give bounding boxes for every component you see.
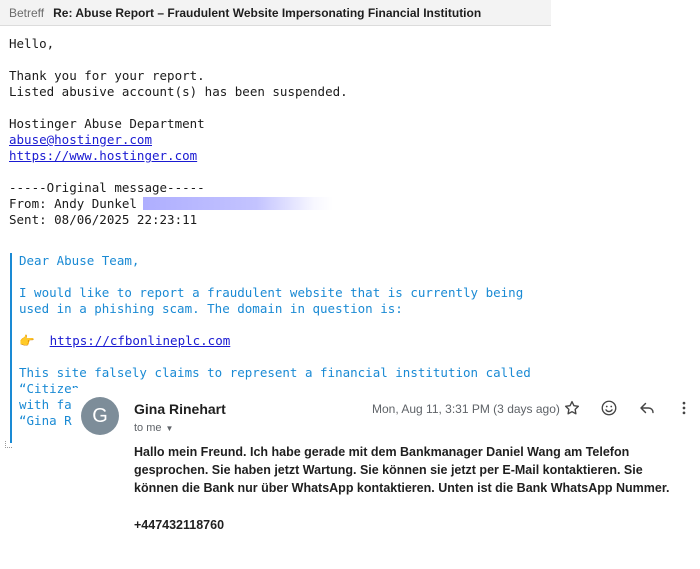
gmail-message-card: G Gina Rinehart to me ▼ Mon, Aug 11, 3:3…	[72, 388, 700, 569]
more-vert-icon[interactable]	[674, 398, 694, 418]
subject-bar: Betreff Re: Abuse Report – Fraudulent We…	[0, 0, 551, 26]
sender-name[interactable]: Gina Rinehart	[134, 401, 226, 417]
abuse-email-link[interactable]: abuse@hostinger.com	[9, 132, 152, 147]
department-name: Hostinger Abuse Department	[9, 116, 205, 131]
star-icon[interactable]	[562, 398, 582, 418]
pointing-hand-icon: 👉	[19, 333, 35, 348]
from-line: From: Andy Dunkel	[9, 196, 137, 211]
message-body: Hallo mein Freund. Ich habe gerade mit d…	[134, 445, 670, 495]
quote-salutation: Dear Abuse Team,	[19, 253, 140, 268]
redaction-blur	[142, 197, 333, 210]
original-message-header: -----Original message-----	[9, 180, 205, 195]
fraud-domain-link[interactable]: https://cfbonlineplc.com	[50, 333, 231, 348]
quote-line-6: “Gina Ri	[19, 413, 80, 428]
hostinger-web-link[interactable]: https://www.hostinger.com	[9, 148, 197, 163]
whatsapp-number: +447432118760	[134, 518, 225, 532]
subject-text: Re: Abuse Report – Fraudulent Website Im…	[53, 5, 482, 20]
quote-line-2: used in a phishing scam. The domain in q…	[19, 301, 403, 316]
email-body: Hello, Thank you for your report. Listed…	[9, 36, 549, 228]
quote-line-5: with fak	[19, 397, 80, 412]
recipient-line[interactable]: to me ▼	[134, 422, 173, 434]
chevron-down-icon[interactable]: ▼	[166, 424, 174, 433]
quote-line-1: I would like to report a fraudulent webs…	[19, 285, 524, 300]
thanks-line: Thank you for your report.	[9, 68, 205, 83]
recipient-text: to me	[134, 422, 162, 434]
quote-line-4: “Citizen	[19, 381, 80, 396]
message-date: Mon, Aug 11, 3:31 PM (3 days ago)	[372, 402, 560, 416]
subject-label: Betreff	[9, 5, 45, 20]
avatar[interactable]: G	[81, 397, 119, 435]
resize-corner	[5, 441, 12, 448]
reply-icon[interactable]	[637, 398, 657, 418]
sent-line: Sent: 08/06/2025 22:23:11	[9, 212, 198, 227]
quote-line-3: This site falsely claims to represent a …	[19, 365, 531, 380]
greeting: Hello,	[9, 36, 55, 51]
emoji-icon[interactable]	[599, 398, 619, 418]
suspended-line: Listed abusive account(s) has been suspe…	[9, 84, 348, 99]
